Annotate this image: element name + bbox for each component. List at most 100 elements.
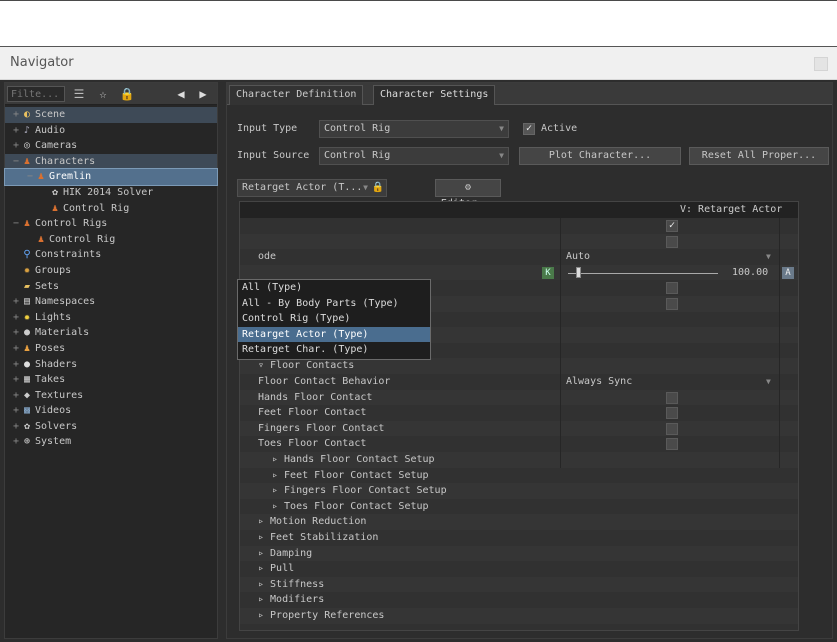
property-row[interactable]: Floor Contact Behavior Always Sync ▼ xyxy=(240,374,798,390)
back-arrow-icon[interactable]: ◀ xyxy=(173,86,189,102)
property-row[interactable]: ▹ Feet Floor Contact Setup xyxy=(240,468,798,484)
collapse-icon[interactable]: − xyxy=(11,154,21,170)
tree-item[interactable]: − ♟ Characters xyxy=(5,153,217,170)
favorites-icon[interactable]: ☆ xyxy=(95,86,111,102)
property-checkbox[interactable] xyxy=(666,422,678,435)
tree-item[interactable]: + ◆ Textures xyxy=(5,388,217,404)
property-row[interactable]: ▹ Property References xyxy=(240,608,798,624)
dropdown-option[interactable]: Control Rig (Type) xyxy=(238,311,430,327)
input-type-select[interactable]: Control Rig ▼ xyxy=(319,120,509,138)
property-row[interactable]: ▹ Hands Floor Contact Setup xyxy=(240,452,798,468)
expand-icon[interactable]: + xyxy=(11,357,21,373)
expand-icon[interactable]: + xyxy=(11,310,21,326)
lock-icon[interactable]: 🔒 xyxy=(372,180,384,196)
tree-item[interactable]: + ◎ Cameras xyxy=(5,138,217,154)
tree-item[interactable]: ⚲ Constraints xyxy=(5,247,217,263)
input-source-select[interactable]: Control Rig ▼ xyxy=(319,147,509,165)
property-row[interactable]: Toes Floor Contact xyxy=(240,436,798,452)
tree-item[interactable]: + ⊕ System xyxy=(5,434,217,450)
property-checkbox[interactable] xyxy=(666,407,678,420)
property-row[interactable]: ▹ Pull xyxy=(240,561,798,577)
animate-badge[interactable]: A xyxy=(782,266,794,279)
tree-item[interactable]: ✹ Groups xyxy=(5,263,217,279)
property-row[interactable]: ▹ Feet Stabilization xyxy=(240,530,798,546)
slider-value[interactable]: 100.00 xyxy=(732,265,768,281)
tree-item[interactable]: + ● Shaders xyxy=(5,357,217,373)
tree-item[interactable]: + ✿ Solvers xyxy=(5,419,217,435)
expand-icon[interactable]: + xyxy=(11,123,21,139)
dropdown-option[interactable]: Retarget Actor (Type) xyxy=(238,326,430,343)
expand-icon[interactable]: + xyxy=(11,419,21,435)
property-checkbox[interactable] xyxy=(666,235,678,248)
property-value[interactable]: Auto xyxy=(566,249,590,265)
tree-item[interactable]: + ♪ Audio xyxy=(5,123,217,139)
property-row[interactable]: Hands Floor Contact xyxy=(240,389,798,406)
tab-character-settings[interactable]: Character Settings xyxy=(373,85,496,105)
tree-item[interactable]: + ▤ Namespaces xyxy=(5,294,217,310)
tree-item-label: Constraints xyxy=(35,249,102,261)
property-row[interactable]: Feet Floor Contact xyxy=(240,405,798,421)
plot-character-button[interactable]: Plot Character... xyxy=(519,147,681,165)
key-badge[interactable]: K xyxy=(542,266,554,279)
expand-icon[interactable]: + xyxy=(11,341,21,357)
collapse-icon[interactable]: − xyxy=(11,216,21,232)
chevron-down-icon[interactable]: ▼ xyxy=(766,374,771,390)
tree-item[interactable]: − ♟ Gremlin xyxy=(4,168,218,186)
property-value[interactable]: Always Sync xyxy=(566,374,632,390)
property-row[interactable]: ▹ Damping xyxy=(240,545,798,562)
slider-handle[interactable] xyxy=(575,266,581,278)
tree-item[interactable]: + ◐ Scene xyxy=(5,107,217,123)
chevron-down-icon[interactable]: ▼ xyxy=(766,249,771,265)
character-icon: ♟ xyxy=(23,155,31,167)
filter-input[interactable] xyxy=(7,86,65,102)
property-checkbox[interactable] xyxy=(666,438,678,451)
property-row[interactable]: Fingers Floor Contact xyxy=(240,420,798,437)
expand-icon[interactable]: + xyxy=(11,434,21,450)
property-checkbox[interactable] xyxy=(666,391,678,404)
expand-icon[interactable]: + xyxy=(11,107,21,123)
property-row[interactable]: ▹ Toes Floor Contact Setup xyxy=(240,499,798,515)
property-row[interactable]: ▹ Motion Reduction xyxy=(240,514,798,530)
expand-icon[interactable]: + xyxy=(11,372,21,388)
property-row[interactable]: ▹ Fingers Floor Contact Setup xyxy=(240,483,798,499)
tree-item[interactable]: + ● Materials xyxy=(5,325,217,341)
collapse-icon[interactable]: − xyxy=(25,169,35,185)
expand-icon[interactable]: + xyxy=(11,138,21,154)
tree-item[interactable]: + ▦ Takes xyxy=(5,372,217,388)
tree-item[interactable]: ♟ Control Rig xyxy=(5,232,217,248)
active-checkbox[interactable]: ✓ xyxy=(523,123,535,135)
property-row[interactable]: ▿ Floor Contacts xyxy=(240,358,798,374)
property-row[interactable]: ✓ xyxy=(240,218,798,234)
close-button[interactable] xyxy=(814,57,828,71)
property-view-select[interactable]: Retarget Actor (T... ▼ 🔒 xyxy=(237,179,387,197)
expand-icon[interactable]: + xyxy=(11,294,21,310)
property-checkbox[interactable] xyxy=(666,282,678,295)
expand-icon[interactable]: + xyxy=(11,325,21,341)
property-row[interactable]: ▹ Stiffness xyxy=(240,576,798,593)
property-checkbox[interactable] xyxy=(666,298,678,310)
slider-track[interactable] xyxy=(568,272,718,274)
property-row[interactable]: ode Auto ▼ xyxy=(240,249,798,265)
expand-icon[interactable]: + xyxy=(11,403,21,419)
reset-all-properties-button[interactable]: Reset All Proper... xyxy=(689,147,829,165)
tree-item[interactable]: − ♟ Control Rigs xyxy=(5,216,217,232)
property-checkbox[interactable]: ✓ xyxy=(666,220,678,232)
tree-item[interactable]: ✿ HIK 2014 Solver xyxy=(5,185,217,201)
tab-character-definition[interactable]: Character Definition xyxy=(229,85,364,105)
tree-item[interactable]: + ▩ Videos xyxy=(5,403,217,419)
dropdown-option[interactable]: Retarget Char. (Type) xyxy=(238,342,430,358)
property-row[interactable] xyxy=(240,233,798,250)
dropdown-option[interactable]: All - By Body Parts (Type) xyxy=(238,296,430,312)
list-view-icon[interactable]: ☰ xyxy=(71,86,87,102)
tree-item[interactable]: + ♟ Poses xyxy=(5,341,217,357)
tree-item[interactable]: ♟ Control Rig xyxy=(5,201,217,217)
tree-item[interactable]: ▰ Sets xyxy=(5,279,217,295)
input-source-value: Control Rig xyxy=(324,150,391,161)
expand-icon[interactable]: + xyxy=(11,388,21,404)
forward-arrow-icon[interactable]: ▶ xyxy=(195,86,211,102)
dropdown-option[interactable]: All (Type) xyxy=(238,280,430,296)
lock-icon[interactable]: 🔒 xyxy=(119,86,135,102)
tree-item[interactable]: + ✹ Lights xyxy=(5,310,217,326)
property-row[interactable]: ▹ Modifiers xyxy=(240,592,798,608)
editor-button[interactable]: ⚙ Editor... xyxy=(435,179,501,209)
